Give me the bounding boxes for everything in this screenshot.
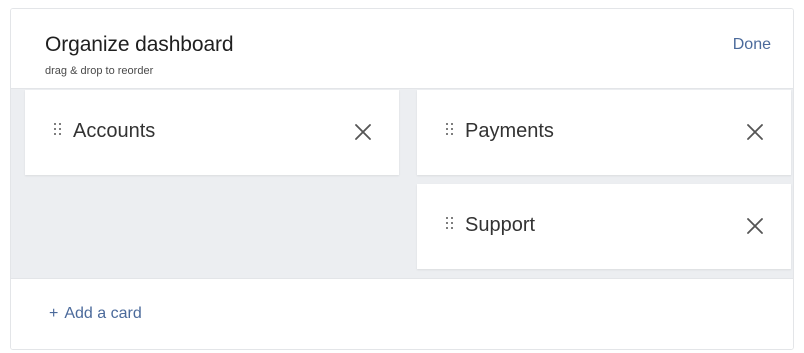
card-accounts[interactable]: Accounts	[25, 90, 399, 175]
card-label: Support	[465, 214, 536, 236]
done-button[interactable]: Done	[733, 36, 771, 54]
card-support[interactable]: Support	[417, 184, 791, 269]
page-subtitle: drag & drop to reorder	[45, 65, 154, 77]
panel-header: Organize dashboard drag & drop to reorde…	[11, 9, 793, 89]
close-icon[interactable]	[745, 216, 765, 236]
drag-handle-icon[interactable]	[446, 123, 456, 139]
card-board: Accounts Payments Support	[11, 89, 793, 279]
card-label: Payments	[465, 120, 554, 142]
close-icon[interactable]	[745, 122, 765, 142]
card-label: Accounts	[73, 120, 156, 142]
add-card-label: Add a card	[64, 305, 142, 322]
card-payments[interactable]: Payments	[417, 90, 791, 175]
close-icon[interactable]	[353, 122, 373, 142]
drag-handle-icon[interactable]	[446, 217, 456, 233]
drag-handle-icon[interactable]	[54, 123, 64, 139]
page-title: Organize dashboard	[45, 33, 234, 56]
panel-footer: + Add a card	[11, 280, 793, 349]
plus-icon: +	[49, 305, 59, 322]
organize-dashboard-panel: Organize dashboard drag & drop to reorde…	[10, 8, 794, 350]
add-card-button[interactable]: + Add a card	[49, 305, 142, 323]
